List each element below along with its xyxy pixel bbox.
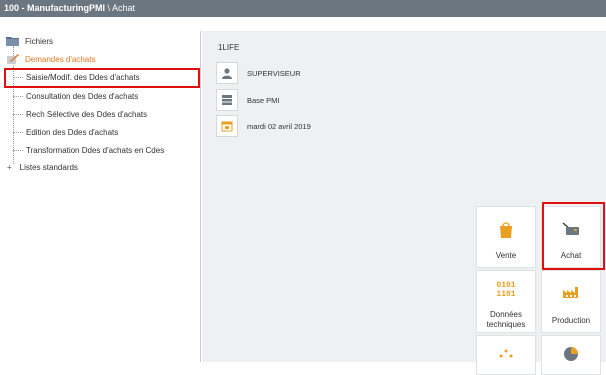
tile-production[interactable]: Production <box>541 270 601 333</box>
toolbar-strip <box>0 17 606 31</box>
tile-label: Vente <box>495 251 517 260</box>
database-icon <box>216 89 238 111</box>
highlight-box-achat <box>542 202 605 270</box>
tree-item-label: Demandes d'achats <box>25 54 96 64</box>
user-name: SUPERVISEUR <box>247 68 301 78</box>
tree-item-label: Consultation des Ddes d'achats <box>26 92 139 101</box>
tree-item-consultation[interactable]: Consultation des Ddes d'achats <box>26 92 138 101</box>
pie-chart-icon <box>563 346 579 364</box>
info-user: SUPERVISEUR <box>216 62 301 84</box>
tree-item-fichiers[interactable]: Fichiers <box>6 35 53 47</box>
tree-item-label: Listes standards <box>19 163 78 172</box>
main-panel: 1LIFE SUPERVISEUR Base PMI mardi 02 avri… <box>202 31 606 375</box>
tree-item-label: Transformation Ddes d'achats en Cdes <box>26 146 165 155</box>
tile-donnees-techniques[interactable]: 0101 1101 Données techniques <box>476 270 536 333</box>
window-title: 100 - ManufacturingPMI <box>4 3 106 13</box>
binary-data-icon: 0101 1101 <box>496 281 515 299</box>
tree-item-transformation[interactable]: Transformation Ddes d'achats en Cdes <box>26 146 164 155</box>
tree-branch <box>13 114 23 115</box>
calendar-icon <box>216 115 238 137</box>
highlight-box-saisie <box>4 68 200 88</box>
user-icon <box>216 62 238 84</box>
factory-icon <box>562 285 580 301</box>
tree-item-listes-standards[interactable]: + Listes standards <box>7 163 78 172</box>
cart-edit-icon <box>6 53 20 65</box>
current-date: mardi 02 avril 2019 <box>247 121 311 131</box>
company-name: 1LIFE <box>218 43 240 52</box>
tile-vente[interactable]: Vente <box>476 206 536 268</box>
tree-item-label: Edition des Ddes d'achats <box>26 128 119 137</box>
tree-item-demandes-achats[interactable]: Demandes d'achats <box>6 53 95 65</box>
database-name: Base PMI <box>247 95 280 105</box>
binary-line-1: 0101 <box>496 281 516 290</box>
binary-line-2: 1101 <box>496 290 516 299</box>
tree-branch <box>13 132 23 133</box>
folder-icon <box>6 35 20 47</box>
shopping-bag-icon <box>498 221 514 241</box>
expand-icon[interactable]: + <box>7 163 12 172</box>
tile-label: Données techniques <box>477 310 535 330</box>
network-icon <box>499 348 513 360</box>
window-subtitle: \ Achat <box>105 3 136 13</box>
tree-item-label: Rech Sélective des Ddes d'achats <box>26 110 148 119</box>
tile-label-line-1: Données <box>489 310 523 319</box>
tree-item-label: Fichiers <box>25 36 54 46</box>
tree-branch <box>13 96 23 97</box>
info-date: mardi 02 avril 2019 <box>216 115 311 137</box>
tile-partial-2[interactable] <box>541 335 601 375</box>
window-title-bar: 100 - ManufacturingPMI \ Achat <box>0 0 606 17</box>
tile-label-line-2: techniques <box>486 320 526 329</box>
tree-branch <box>13 150 23 151</box>
tile-partial-1[interactable] <box>476 335 536 375</box>
tile-label: Production <box>551 316 591 325</box>
tree-item-rech-selective[interactable]: Rech Sélective des Ddes d'achats <box>26 110 147 119</box>
info-database: Base PMI <box>216 89 280 111</box>
tree-item-edition[interactable]: Edition des Ddes d'achats <box>26 128 118 137</box>
